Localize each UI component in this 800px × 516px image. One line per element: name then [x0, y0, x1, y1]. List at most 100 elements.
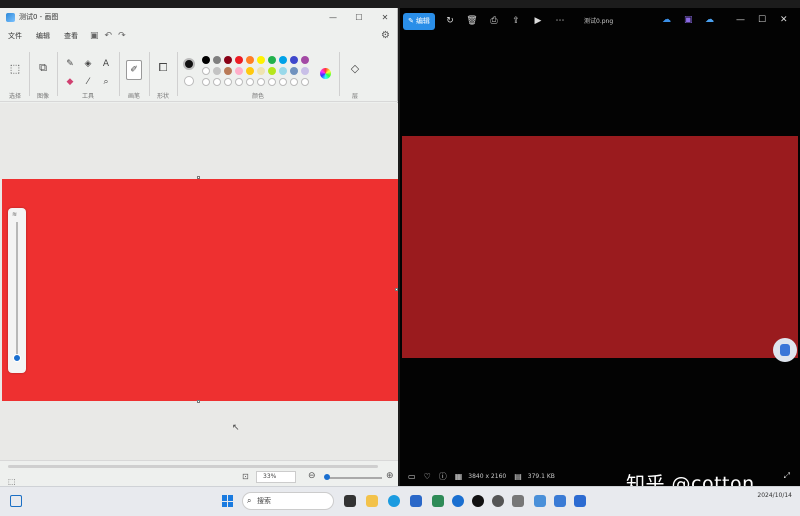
vertical-zoom-slider[interactable]: ≋ — [8, 208, 26, 373]
close-icon[interactable]: ✕ — [780, 15, 788, 25]
paint-canvas[interactable] — [2, 179, 398, 401]
onedrive-icon[interactable]: ☁ — [662, 15, 671, 25]
task-view-icon[interactable] — [344, 495, 356, 507]
pencil-icon[interactable]: ✎ — [64, 58, 76, 70]
zoom-slider-knob[interactable] — [13, 354, 21, 362]
close-icon[interactable]: ✕ — [372, 8, 398, 26]
maximize-icon[interactable]: ☐ — [346, 8, 372, 26]
custom-color-slot[interactable] — [202, 78, 210, 86]
rotate-icon[interactable]: ↻ — [439, 16, 461, 26]
clipchamp-icon[interactable]: ▣ — [684, 15, 693, 25]
app-icon[interactable] — [452, 495, 464, 507]
palette-swatch[interactable] — [279, 67, 287, 75]
magnifier-icon[interactable]: ⌕ — [100, 76, 112, 88]
file-explorer-icon[interactable] — [366, 495, 378, 507]
app-icon[interactable] — [472, 495, 484, 507]
palette-swatch[interactable] — [301, 67, 309, 75]
redo-icon[interactable]: ↷ — [118, 31, 126, 41]
info-icon[interactable]: ⓘ — [439, 471, 447, 482]
paint-taskbar-icon[interactable] — [554, 495, 566, 507]
palette-swatch[interactable] — [257, 56, 265, 64]
palette-swatch[interactable] — [268, 67, 276, 75]
edge-browser-icon[interactable] — [388, 495, 400, 507]
horizontal-scrollbar[interactable] — [8, 465, 378, 468]
taskbar-search[interactable]: ⌕ 搜索 — [242, 492, 334, 510]
palette-swatch[interactable] — [290, 56, 298, 64]
resize-handle-right[interactable] — [395, 288, 398, 291]
menu-edit[interactable]: 编辑 — [36, 31, 50, 41]
zoom-slider-track[interactable] — [326, 477, 382, 479]
print-icon[interactable]: ⎙ — [483, 16, 505, 26]
delete-icon[interactable]: 🗑 — [461, 16, 483, 26]
text-tool-icon[interactable]: A — [100, 58, 112, 70]
more-options-icon[interactable]: ⋯ — [549, 16, 571, 26]
resize-handle-bottom[interactable] — [197, 400, 200, 403]
palette-swatch[interactable] — [235, 56, 243, 64]
filmstrip-icon[interactable]: ▭ — [408, 472, 416, 481]
primary-color-swatch[interactable] — [183, 58, 195, 70]
widgets-icon[interactable] — [10, 495, 22, 507]
color-picker-icon[interactable]: ⁄ — [82, 76, 94, 88]
zoom-out-icon[interactable]: ⊖ — [308, 471, 316, 481]
palette-swatch[interactable] — [279, 56, 287, 64]
cloud-sync-icon[interactable]: ☁ — [705, 15, 714, 25]
share-icon[interactable]: ⇪ — [505, 16, 527, 26]
select-rect-icon[interactable]: ⬚ — [9, 62, 21, 75]
settings-gear-icon[interactable]: ⚙ — [381, 30, 390, 41]
slideshow-icon[interactable]: ▶ — [527, 16, 549, 26]
resize-handle-top[interactable] — [197, 176, 200, 179]
palette-swatch[interactable] — [224, 56, 232, 64]
zoom-in-icon[interactable]: ⊕ — [386, 471, 394, 481]
brush-icon[interactable]: ✐ — [126, 60, 142, 80]
app-icon[interactable] — [512, 495, 524, 507]
palette-swatch[interactable] — [202, 67, 210, 75]
palette-swatch[interactable] — [202, 56, 210, 64]
system-tray[interactable]: 2024/10/14 — [757, 491, 792, 500]
app-icon[interactable] — [432, 495, 444, 507]
photos-taskbar-icon[interactable] — [574, 495, 586, 507]
custom-color-slot[interactable] — [301, 78, 309, 86]
favorite-heart-icon[interactable]: ♡ — [424, 472, 431, 481]
custom-color-slot[interactable] — [246, 78, 254, 86]
zoom-slider-knob[interactable] — [324, 474, 330, 480]
menu-file[interactable]: 文件 — [8, 31, 22, 41]
eraser-icon[interactable]: ◆ — [64, 76, 76, 88]
custom-color-slot[interactable] — [268, 78, 276, 86]
palette-swatch[interactable] — [290, 67, 298, 75]
edit-colors-icon[interactable] — [320, 68, 331, 79]
edit-floating-button[interactable] — [773, 338, 797, 362]
secondary-color-swatch[interactable] — [184, 76, 194, 86]
minimize-icon[interactable]: — — [320, 8, 346, 26]
save-icon[interactable]: ▣ — [90, 31, 99, 41]
palette-swatch[interactable] — [257, 67, 265, 75]
palette-swatch[interactable] — [301, 56, 309, 64]
palette-swatch[interactable] — [246, 56, 254, 64]
edit-button[interactable]: ✎ 编辑 — [403, 12, 435, 30]
custom-color-slot[interactable] — [290, 78, 298, 86]
minimize-icon[interactable]: — — [736, 15, 745, 25]
layers-icon[interactable]: ◇ — [349, 62, 361, 75]
palette-swatch[interactable] — [235, 67, 243, 75]
store-icon[interactable] — [410, 495, 422, 507]
custom-color-slot[interactable] — [279, 78, 287, 86]
shapes-icon[interactable]: ⧠ — [157, 61, 169, 74]
snipping-tool-icon[interactable] — [534, 495, 546, 507]
palette-swatch[interactable] — [224, 67, 232, 75]
zoom-level-field[interactable]: 33% — [256, 471, 296, 483]
paint-titlebar[interactable]: 测试0 - 画图 — ☐ ✕ — [0, 8, 398, 26]
fullscreen-icon[interactable]: ⤢ — [784, 471, 790, 481]
fill-bucket-icon[interactable]: ◈ — [82, 58, 94, 70]
start-menu-icon[interactable] — [222, 495, 234, 507]
palette-swatch[interactable] — [246, 67, 254, 75]
palette-swatch[interactable] — [213, 56, 221, 64]
custom-color-slot[interactable] — [257, 78, 265, 86]
palette-swatch[interactable] — [268, 56, 276, 64]
custom-color-slot[interactable] — [213, 78, 221, 86]
crop-image-icon[interactable]: ⧉ — [37, 61, 49, 74]
settings-app-icon[interactable] — [492, 495, 504, 507]
menu-view[interactable]: 查看 — [64, 31, 78, 41]
custom-color-slot[interactable] — [235, 78, 243, 86]
undo-icon[interactable]: ↶ — [105, 31, 113, 41]
maximize-icon[interactable]: ☐ — [758, 15, 766, 25]
custom-color-slot[interactable] — [224, 78, 232, 86]
